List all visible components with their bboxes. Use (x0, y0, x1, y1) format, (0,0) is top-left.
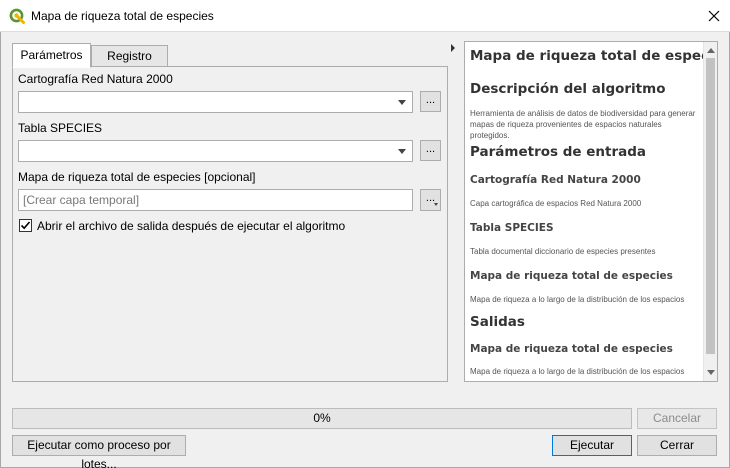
output-map-browse-button[interactable]: ... (420, 189, 441, 211)
tabla-species-label: Tabla SPECIES (18, 121, 103, 135)
help-input2-name: Tabla SPECIES (470, 222, 554, 234)
help-inputs-heading: Parámetros de entrada (470, 144, 647, 160)
open-output-label: Abrir el archivo de salida después de ej… (37, 219, 346, 233)
help-input1-desc: Capa cartográfica de espacios Red Natura… (470, 199, 642, 208)
help-description-text: Herramienta de análisis de datos de biod… (470, 109, 696, 140)
qgis-logo-icon (9, 8, 25, 24)
progress-text: 0% (313, 411, 331, 425)
close-icon (708, 10, 720, 21)
tabla-species-combobox[interactable] (18, 140, 413, 162)
chevron-down-icon (398, 100, 406, 105)
help-input2-desc: Tabla documental diccionario de especies… (470, 247, 656, 256)
progress-bar: 0% (12, 408, 632, 429)
help-output1-name: Mapa de riqueza total de especies (470, 343, 673, 355)
chevron-down-icon (398, 149, 406, 154)
cartografia-combobox[interactable] (18, 91, 413, 113)
checkmark-icon (20, 221, 31, 230)
title-bar: Mapa de riqueza total de especies (0, 0, 730, 32)
scroll-up-icon[interactable] (707, 48, 715, 53)
cartografia-browse-button[interactable]: ... (420, 91, 441, 112)
scrollbar-thumb[interactable] (706, 58, 715, 354)
help-input3-name: Mapa de riqueza total de especies (470, 270, 673, 282)
cartografia-label: Cartografía Red Natura 2000 (18, 72, 173, 86)
output-map-input[interactable] (18, 189, 413, 211)
help-scrollbar[interactable] (703, 42, 717, 381)
batch-process-button[interactable]: Ejecutar como proceso por lotes... (12, 435, 186, 468)
help-input3-desc: Mapa de riqueza a lo largo de la distrib… (470, 295, 685, 304)
help-title: Mapa de riqueza total de especies (470, 48, 718, 64)
open-output-checkbox[interactable] (19, 219, 32, 232)
scroll-down-icon[interactable] (707, 370, 715, 375)
help-description-heading: Descripción del algoritmo (470, 81, 666, 97)
chevron-down-icon (434, 203, 438, 206)
tab-parametros[interactable]: Parámetros (12, 43, 91, 68)
window-title: Mapa de riqueza total de especies (31, 9, 214, 23)
cancel-button[interactable]: Cancelar (637, 408, 717, 429)
tabla-species-browse-button[interactable]: ... (420, 140, 441, 161)
help-panel: Mapa de riqueza total de especies Descri… (464, 41, 718, 382)
help-output1-desc: Mapa de riqueza a lo largo de la distrib… (470, 367, 685, 376)
collapse-help-arrow-icon[interactable] (451, 44, 455, 52)
run-button[interactable]: Ejecutar (552, 435, 632, 456)
output-map-label: Mapa de riqueza total de especies [opcio… (18, 170, 256, 184)
help-outputs-heading: Salidas (470, 314, 525, 330)
help-input1-name: Cartografía Red Natura 2000 (470, 174, 641, 186)
close-window-button[interactable] (698, 0, 730, 31)
close-button[interactable]: Cerrar (637, 435, 717, 456)
tab-registro[interactable]: Registro (91, 45, 168, 67)
